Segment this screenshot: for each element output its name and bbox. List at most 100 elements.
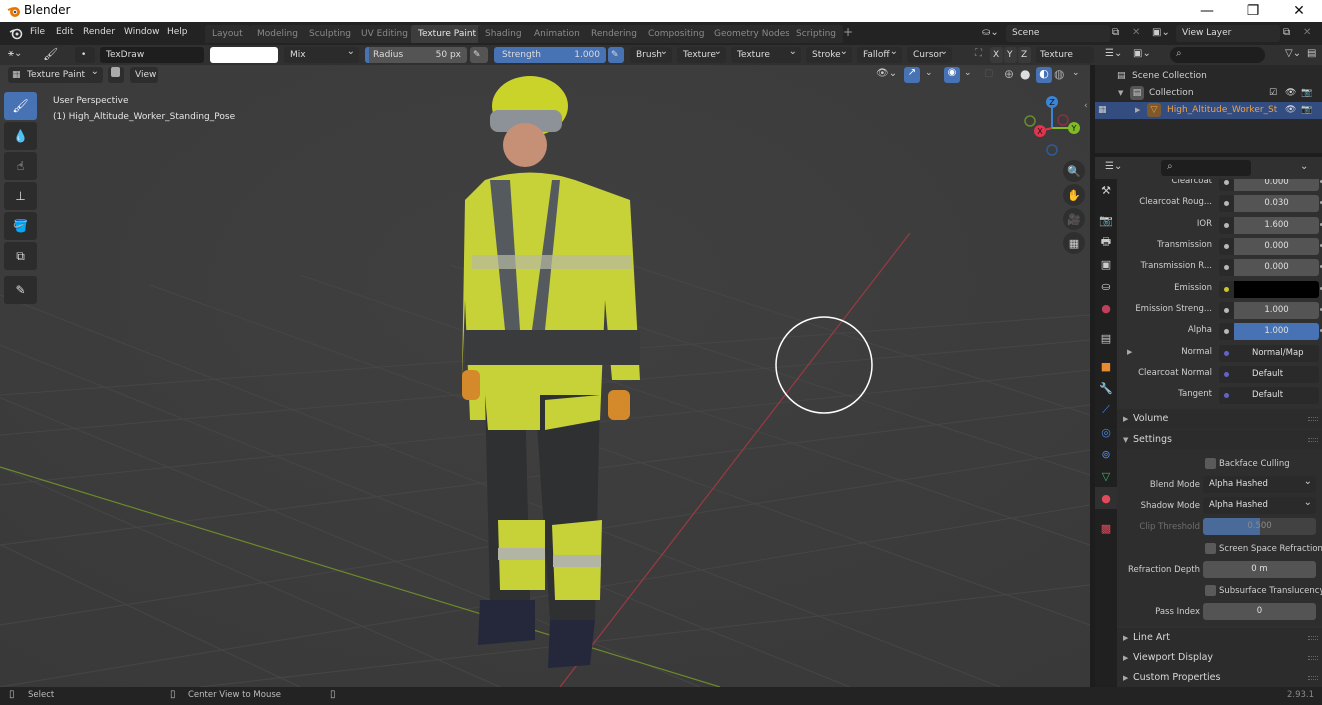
strength-pressure-icon[interactable]: ✎ [608, 47, 624, 63]
custom-properties-panel-header[interactable]: ▶ Custom Properties [1117, 668, 1322, 688]
blender-menu-icon[interactable] [9, 27, 23, 40]
tab-material[interactable]: ● [1095, 487, 1117, 509]
smear-tool[interactable]: ☝ [4, 152, 37, 180]
brush-name-field[interactable]: TexDraw [100, 47, 204, 63]
delete-view-layer-icon[interactable]: ✕ [1303, 27, 1311, 38]
outliner-search-input[interactable]: ⌕ [1170, 47, 1265, 63]
menu-edit[interactable]: Edit [56, 27, 73, 37]
screen-space-refraction-checkbox[interactable] [1205, 543, 1216, 554]
tab-constraints[interactable]: ⊚ [1095, 443, 1117, 465]
clone-tool[interactable]: ⊥ [4, 182, 37, 210]
camera-view-button[interactable]: 🎥 [1063, 208, 1085, 230]
annotate-tool[interactable]: ✎ [4, 276, 37, 304]
tab-geometry-nodes[interactable]: Geometry Nodes [707, 25, 797, 43]
expand-arrow-icon[interactable]: ▶ [1127, 348, 1132, 356]
expand-arrow-icon[interactable]: ▶ [1135, 102, 1140, 119]
cursor-menu[interactable]: Cursor [907, 44, 952, 63]
outliner-collection[interactable]: ▼ ▤ Collection ☑ 👁 📷 [1095, 85, 1322, 102]
tab-particles[interactable]: ⟋ [1095, 399, 1117, 421]
view-layer-selector-icon[interactable]: ▣⌄ [1152, 27, 1170, 38]
menu-render[interactable]: Render [83, 27, 115, 37]
tab-object[interactable]: ■ [1095, 355, 1117, 377]
transform-pivot-icon[interactable]: ⚹⌄ [8, 48, 22, 59]
brush-color-swatch[interactable] [210, 47, 278, 63]
tab-texture[interactable]: ▩ [1095, 517, 1117, 539]
drag-grip-icon[interactable] [1308, 438, 1318, 442]
tab-scripting[interactable]: Scripting [789, 25, 844, 43]
display-mode-icon[interactable]: ▣⌄ [1133, 48, 1151, 59]
wireframe-shading-icon[interactable]: ⊕ [1004, 67, 1014, 81]
tab-output[interactable]: 🖶 [1095, 231, 1117, 253]
exclude-checkbox[interactable]: ☑ [1269, 85, 1277, 102]
editor-type-icon[interactable]: ☰⌄ [1105, 161, 1122, 172]
sidebar-toggle-icon[interactable]: ‹ [1084, 101, 1088, 111]
filter-icon[interactable]: ▽⌄ [1285, 48, 1301, 59]
input-socket-icon[interactable] [1219, 238, 1234, 255]
stroke-menu[interactable]: Stroke [806, 44, 852, 63]
tab-data[interactable]: ▽ [1095, 465, 1117, 487]
outliner-scene-collection[interactable]: ▤ Scene Collection [1095, 68, 1322, 85]
new-view-layer-icon[interactable]: ⧉ [1283, 27, 1290, 38]
falloff-menu[interactable]: Falloff [857, 44, 902, 63]
scene-selector-icon[interactable]: ⛀⌄ [982, 27, 999, 38]
tab-collection[interactable]: ▤ [1095, 327, 1117, 349]
subsurface-translucency-checkbox[interactable] [1205, 585, 1216, 596]
input-value-field[interactable]: 0.000 [1234, 238, 1319, 255]
paint-mask-toggle[interactable] [108, 67, 124, 83]
brush-menu[interactable]: Brush [630, 44, 672, 63]
viewport-display-panel-header[interactable]: ▶ Viewport Display [1117, 648, 1322, 668]
properties-search-input[interactable]: ⌕ [1161, 160, 1251, 176]
input-socket-icon[interactable] [1219, 281, 1234, 298]
view-object-types-icon[interactable]: 👁⌄ [876, 68, 897, 79]
navigation-gizmo[interactable]: Z Y X [1020, 93, 1088, 161]
input-socket-icon[interactable] [1219, 259, 1234, 276]
drag-grip-icon[interactable] [1308, 656, 1318, 660]
gizmo-dropdown-icon[interactable]: ⌄ [925, 68, 933, 78]
settings-panel-header[interactable]: ▼ Settings [1117, 430, 1322, 450]
visibility-eye-icon[interactable]: 👁 [1285, 102, 1296, 119]
input-socket-icon[interactable] [1219, 387, 1234, 404]
line-art-panel-header[interactable]: ▶ Line Art [1117, 628, 1322, 648]
shadow-mode-dropdown[interactable]: Alpha Hashed [1203, 494, 1316, 514]
tab-animation[interactable]: Animation [527, 25, 587, 43]
rendered-shading-icon[interactable]: ◍ [1054, 67, 1064, 81]
drag-grip-icon[interactable] [1308, 636, 1318, 640]
visibility-eye-icon[interactable]: 👁 [1285, 85, 1296, 102]
mode-dropdown[interactable]: Texture Paint ▦ [8, 65, 103, 83]
blend-mode-dropdown[interactable]: Mix [284, 44, 359, 63]
input-socket-icon[interactable] [1219, 195, 1234, 212]
render-camera-icon[interactable]: 📷 [1301, 85, 1312, 102]
emission-color-swatch[interactable] [1234, 281, 1319, 298]
mirror-z-toggle[interactable]: Z [1018, 47, 1031, 63]
maximize-button[interactable]: ❐ [1230, 0, 1276, 22]
pass-index-field[interactable]: 0 [1203, 603, 1316, 620]
overlays-dropdown-icon[interactable]: ⌄ [964, 68, 972, 78]
close-button[interactable]: ✕ [1276, 0, 1322, 22]
tab-layout[interactable]: Layout [205, 25, 250, 43]
drag-grip-icon[interactable] [1308, 417, 1318, 421]
minimize-button[interactable]: — [1184, 0, 1230, 22]
input-value-field[interactable]: 1.000 [1234, 323, 1319, 340]
shading-dropdown-icon[interactable]: ⌄ [1072, 68, 1080, 78]
texture-mask-menu[interactable]: Texture Mask [731, 44, 801, 76]
strength-slider[interactable]: Strength 1.000 [494, 47, 606, 63]
view-menu[interactable]: View [130, 67, 158, 83]
outliner-object-row[interactable]: ▦ ▶ ▽ High_Altitude_Worker_St 👁 📷 [1095, 102, 1322, 119]
tab-compositing[interactable]: Compositing [641, 25, 712, 43]
input-value-field[interactable]: 1.600 [1234, 217, 1319, 234]
tab-rendering[interactable]: Rendering [584, 25, 644, 43]
tab-texture-paint[interactable]: Texture Paint [411, 25, 484, 43]
solid-shading-icon[interactable]: ● [1020, 67, 1030, 81]
input-value-field[interactable]: 0.030 [1234, 195, 1319, 212]
tab-scene[interactable]: ⛀ [1095, 275, 1117, 297]
input-value-field[interactable]: 0.000 [1234, 259, 1319, 276]
mask-tool[interactable]: ⧉ [4, 242, 37, 270]
tab-modifiers[interactable]: 🔧 [1095, 377, 1117, 399]
view-layer-field[interactable]: View Layer [1176, 25, 1280, 42]
clip-threshold-slider[interactable]: 0.500 [1203, 518, 1316, 535]
input-socket-icon[interactable] [1219, 302, 1234, 319]
perspective-toggle-button[interactable]: ▦ [1063, 232, 1085, 254]
drag-grip-icon[interactable] [1308, 676, 1318, 680]
tab-tool[interactable]: ⚒ [1095, 179, 1117, 201]
input-socket-icon[interactable] [1219, 345, 1234, 362]
